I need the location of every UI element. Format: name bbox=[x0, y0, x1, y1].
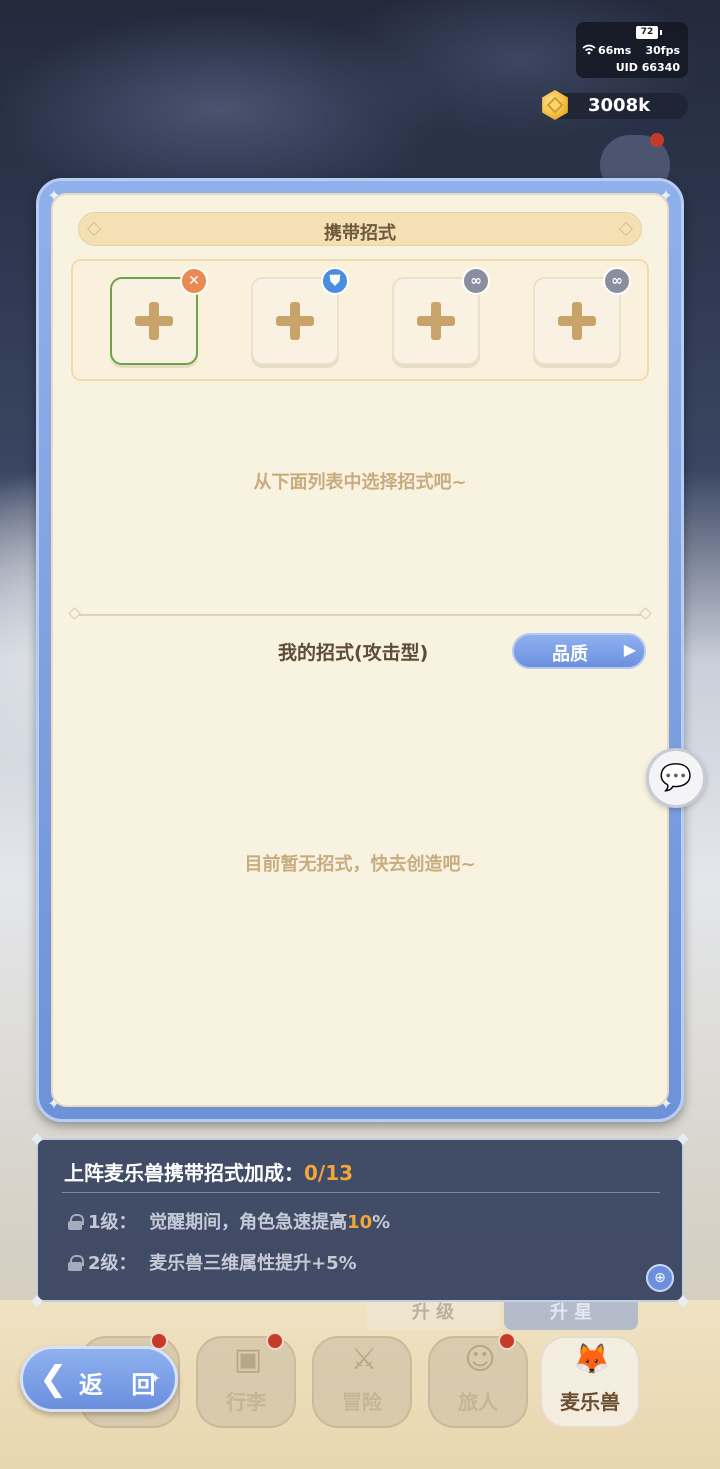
wifi-icon bbox=[582, 44, 596, 58]
caret-right-icon: ▶ bbox=[623, 640, 636, 659]
zoom-in-button[interactable]: ⊕ bbox=[646, 1264, 674, 1292]
empty-skills-message: 目前暂无招式，快去创造吧~ bbox=[244, 854, 476, 875]
chat-bubble-button[interactable]: 💬 bbox=[646, 748, 706, 808]
back-button[interactable]: ❮ 返 回 ✦ bbox=[20, 1346, 178, 1412]
link-icon: ∞ bbox=[603, 267, 631, 295]
shield-icon: ⛊ bbox=[321, 267, 349, 295]
magnifier-plus-icon: ⊕ bbox=[654, 1270, 666, 1286]
nav-label-luggage: 行李 bbox=[226, 1390, 266, 1414]
nav-label-pet: 麦乐兽 bbox=[560, 1390, 620, 1414]
network-status-overlay: 72 66ms 30fps UID 66340 bbox=[576, 22, 688, 78]
ping-value: 66ms bbox=[598, 44, 632, 57]
sparkle-icon: ✦ bbox=[149, 1371, 161, 1387]
currency-value: 3008k bbox=[588, 95, 651, 116]
crossed-swords-icon: ✕ bbox=[180, 267, 208, 295]
my-skills-label: 我的招式(攻击型) bbox=[278, 642, 429, 664]
traveler-face-icon: ☺ bbox=[464, 1342, 496, 1377]
nav-item-traveler[interactable]: ☺ 旅人 bbox=[428, 1332, 528, 1428]
lock-icon bbox=[68, 1214, 84, 1230]
nav-item-pet[interactable]: 🦊 麦乐兽 bbox=[540, 1336, 640, 1428]
crossed-swords-icon: ⚔ bbox=[350, 1342, 378, 1377]
battery-icon: 72 bbox=[636, 26, 662, 39]
fox-pet-icon: 🦊 bbox=[573, 1342, 611, 1377]
carry-skill-bonus-panel: 上阵麦乐兽携带招式加成：0/13 1级： 觉醒期间，角色急速提高10% 2级： … bbox=[31, 1133, 689, 1307]
notification-dot bbox=[650, 133, 664, 147]
skill-slot-4[interactable]: ∞ bbox=[533, 267, 631, 365]
notification-dot bbox=[266, 1332, 284, 1350]
bonus-title: 上阵麦乐兽携带招式加成：0/13 bbox=[64, 1161, 354, 1185]
panel-title-bar: 携带招式 bbox=[78, 212, 642, 246]
skill-slot-2[interactable]: ⛊ bbox=[251, 267, 349, 365]
uid-value: UID 66340 bbox=[615, 61, 680, 74]
quality-sort-label: 品质 bbox=[552, 644, 588, 665]
lock-icon bbox=[68, 1255, 84, 1271]
nav-item-adventure[interactable]: ⚔ 冒险 bbox=[312, 1336, 412, 1428]
fps-value: 30fps bbox=[645, 44, 680, 57]
nav-label-adventure: 冒险 bbox=[342, 1390, 382, 1414]
nav-label-traveler: 旅人 bbox=[458, 1390, 498, 1414]
skill-slot-1[interactable]: ✕ bbox=[110, 267, 208, 365]
chat-bubble-icon: 💬 bbox=[659, 763, 693, 793]
link-icon: ∞ bbox=[462, 267, 490, 295]
select-skill-hint: 从下面列表中选择招式吧~ bbox=[253, 472, 467, 493]
backpack-icon: ▣ bbox=[233, 1342, 263, 1377]
section-divider bbox=[68, 607, 652, 620]
bonus-row-level-1: 1级： 觉醒期间，角色急速提高10% bbox=[68, 1208, 390, 1234]
back-arrow-icon: ❮ bbox=[39, 1359, 68, 1399]
skill-slot-3[interactable]: ∞ bbox=[392, 267, 490, 365]
bonus-count: 0/13 bbox=[304, 1161, 354, 1185]
quality-sort-button[interactable]: 品质 ▶ bbox=[512, 633, 646, 669]
nav-item-luggage[interactable]: ▣ 行李 bbox=[196, 1332, 296, 1428]
notification-dot bbox=[498, 1332, 516, 1350]
bonus-divider bbox=[62, 1192, 660, 1193]
panel-title: 携带招式 bbox=[324, 223, 396, 244]
currency-display[interactable]: 3008k bbox=[542, 90, 688, 120]
bonus-row-level-2: 2级： 麦乐兽三维属性提升+5% bbox=[68, 1249, 357, 1275]
